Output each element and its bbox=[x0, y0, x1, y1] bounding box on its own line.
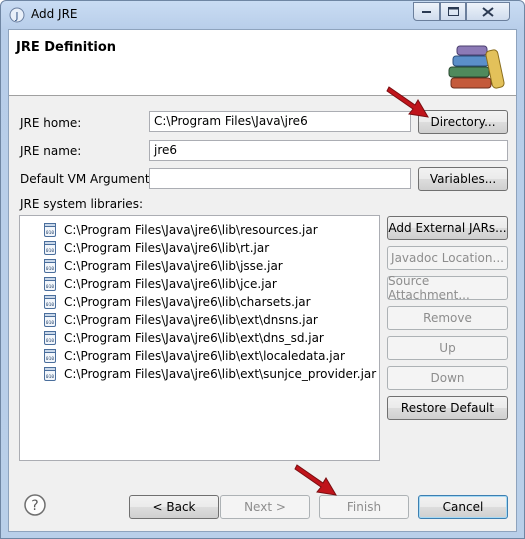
vm-args-label: Default VM Arguments: bbox=[20, 172, 160, 186]
libraries-list[interactable]: 010 C:\Program Files\Java\jre6\lib\resour… bbox=[19, 215, 380, 461]
svg-text:J: J bbox=[15, 11, 19, 22]
library-path: C:\Program Files\Java\jre6\lib\charsets.… bbox=[64, 295, 311, 309]
jar-file-icon: 010 bbox=[44, 295, 56, 309]
maximize-icon bbox=[447, 7, 459, 16]
remove-button[interactable]: Remove bbox=[387, 306, 508, 330]
dialog-content: JRE Definition JRE home: C:\Program File… bbox=[8, 29, 517, 532]
add-jre-window: J Add JRE JRE Definition JRE home: C:\Pr… bbox=[0, 0, 525, 539]
cancel-button[interactable]: Cancel bbox=[418, 495, 508, 519]
wizard-header: JRE Definition bbox=[9, 30, 516, 96]
library-item[interactable]: 010 C:\Program Files\Java\jre6\lib\rt.jar bbox=[20, 239, 379, 257]
libraries-label: JRE system libraries: bbox=[20, 197, 143, 211]
library-path: C:\Program Files\Java\jre6\lib\ext\dnsns… bbox=[64, 313, 318, 327]
jar-file-icon: 010 bbox=[44, 277, 56, 291]
vm-args-field[interactable] bbox=[149, 168, 411, 189]
svg-text:010: 010 bbox=[46, 320, 54, 326]
javadoc-location-button[interactable]: Javadoc Location... bbox=[387, 246, 508, 270]
library-item[interactable]: 010 C:\Program Files\Java\jre6\lib\charse… bbox=[20, 293, 379, 311]
jar-file-icon: 010 bbox=[44, 259, 56, 273]
down-button[interactable]: Down bbox=[387, 366, 508, 390]
add-external-jars-button[interactable]: Add External JARs... bbox=[387, 216, 508, 240]
library-path: C:\Program Files\Java\jre6\lib\jsse.jar bbox=[64, 259, 283, 273]
library-path: C:\Program Files\Java\jre6\lib\ext\sunjc… bbox=[64, 367, 377, 381]
next-button[interactable]: Next > bbox=[220, 495, 310, 519]
library-item[interactable]: 010 C:\Program Files\Java\jre6\lib\ext\dn… bbox=[20, 311, 379, 329]
library-path: C:\Program Files\Java\jre6\lib\jce.jar bbox=[64, 277, 277, 291]
title-bar: J Add JRE bbox=[1, 1, 524, 29]
up-button[interactable]: Up bbox=[387, 336, 508, 360]
close-icon bbox=[482, 6, 494, 17]
library-path: C:\Program Files\Java\jre6\lib\ext\dns_s… bbox=[64, 331, 324, 345]
library-item[interactable]: 010 C:\Program Files\Java\jre6\lib\ext\dn… bbox=[20, 329, 379, 347]
books-icon bbox=[448, 45, 505, 89]
page-title: JRE Definition bbox=[16, 40, 117, 55]
jar-file-icon: 010 bbox=[44, 313, 56, 327]
window-title: Add JRE bbox=[31, 7, 78, 21]
help-icon[interactable]: ? bbox=[24, 494, 46, 516]
library-path: C:\Program Files\Java\jre6\lib\rt.jar bbox=[64, 241, 270, 255]
jre-home-label: JRE home: bbox=[20, 116, 82, 130]
pointer-arrow-icon bbox=[294, 464, 337, 496]
jar-file-icon: 010 bbox=[44, 349, 56, 363]
maximize-button[interactable] bbox=[440, 2, 466, 21]
library-item[interactable]: 010 C:\Program Files\Java\jre6\lib\ext\su… bbox=[20, 365, 379, 383]
finish-button[interactable]: Finish bbox=[319, 495, 409, 519]
jar-file-icon: 010 bbox=[44, 367, 56, 381]
jre-name-field[interactable]: jre6 bbox=[149, 140, 508, 161]
pointer-arrow-icon bbox=[386, 86, 429, 118]
library-path: C:\Program Files\Java\jre6\lib\resources… bbox=[64, 223, 318, 237]
svg-text:010: 010 bbox=[46, 266, 54, 272]
directory-button[interactable]: Directory... bbox=[418, 110, 508, 134]
minimize-button[interactable] bbox=[413, 2, 440, 21]
svg-text:010: 010 bbox=[46, 230, 54, 236]
restore-default-button[interactable]: Restore Default bbox=[387, 396, 508, 420]
eclipse-java-icon: J bbox=[9, 7, 25, 23]
library-path: C:\Program Files\Java\jre6\lib\ext\local… bbox=[64, 349, 345, 363]
source-attachment-button[interactable]: Source Attachment... bbox=[387, 274, 508, 302]
svg-text:?: ? bbox=[31, 498, 38, 514]
svg-text:010: 010 bbox=[46, 284, 54, 290]
library-item[interactable]: 010 C:\Program Files\Java\jre6\lib\jsse.j… bbox=[20, 257, 379, 275]
library-item[interactable]: 010 C:\Program Files\Java\jre6\lib\resour… bbox=[20, 221, 379, 239]
jre-name-label: JRE name: bbox=[20, 144, 82, 158]
close-button[interactable] bbox=[466, 2, 510, 21]
jre-home-field[interactable]: C:\Program Files\Java\jre6 bbox=[149, 111, 411, 132]
library-item[interactable]: 010 C:\Program Files\Java\jre6\lib\jce.ja… bbox=[20, 275, 379, 293]
svg-text:010: 010 bbox=[46, 374, 54, 380]
minimize-icon bbox=[421, 10, 431, 13]
variables-button[interactable]: Variables... bbox=[418, 167, 508, 191]
svg-text:010: 010 bbox=[46, 356, 54, 362]
jar-file-icon: 010 bbox=[44, 331, 56, 345]
svg-text:010: 010 bbox=[46, 248, 54, 254]
back-button[interactable]: < Back bbox=[129, 495, 219, 519]
library-item[interactable]: 010 C:\Program Files\Java\jre6\lib\ext\lo… bbox=[20, 347, 379, 365]
svg-text:010: 010 bbox=[46, 302, 54, 308]
jar-file-icon: 010 bbox=[44, 223, 56, 237]
svg-text:010: 010 bbox=[46, 338, 54, 344]
jar-file-icon: 010 bbox=[44, 241, 56, 255]
